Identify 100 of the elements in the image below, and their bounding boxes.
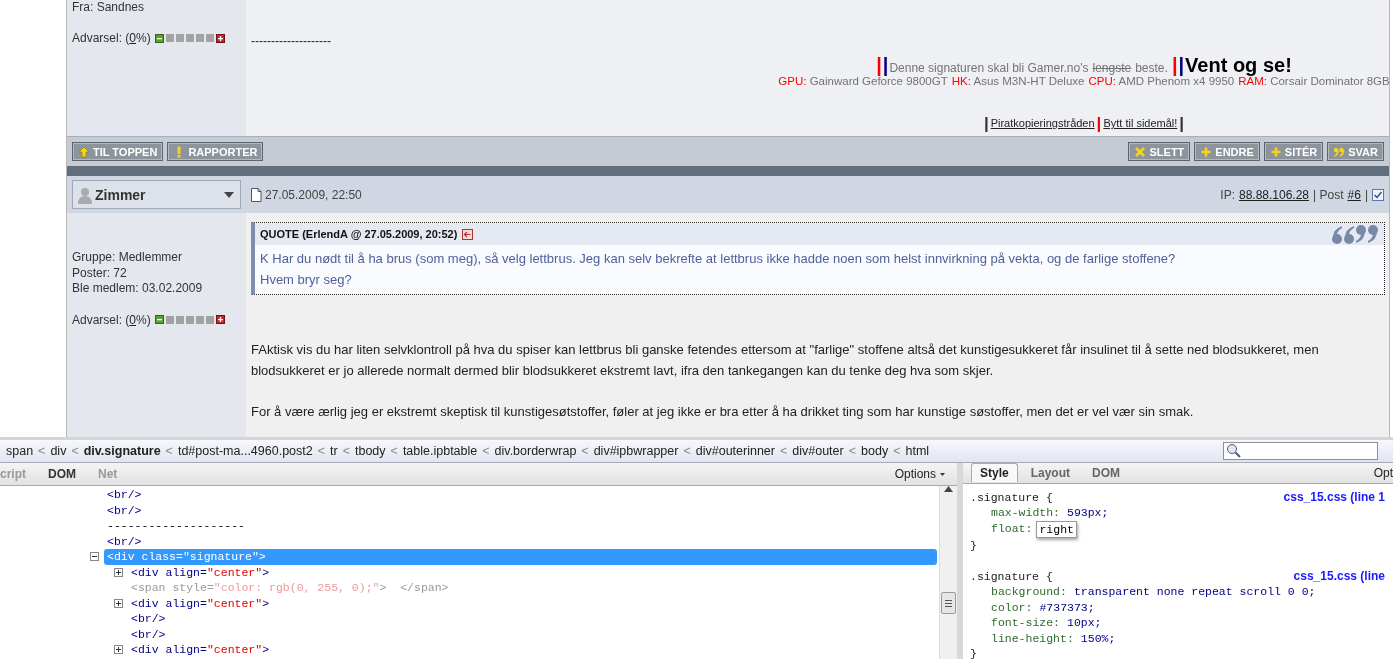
breadcrumb-separator: <	[683, 444, 691, 458]
checkbox[interactable]	[1372, 188, 1384, 201]
quotation-marks-icon	[1331, 223, 1379, 245]
separator-text: --------------------	[251, 34, 332, 48]
search-field[interactable]	[1223, 442, 1378, 460]
plus-icon[interactable]	[215, 315, 225, 324]
spec-value: Gainward Geforce 9800GT	[809, 75, 948, 87]
breadcrumb-item[interactable]: div#outer	[792, 444, 844, 458]
side-panel-tab[interactable]: DOM	[1083, 463, 1130, 483]
minus-icon[interactable]	[154, 315, 164, 324]
signature-headline: Vent og se!	[1185, 54, 1292, 77]
breadcrumb-item[interactable]: tbody	[355, 444, 386, 458]
quote-icon	[1333, 145, 1346, 158]
post-date: 27.05.2009, 22:50	[265, 187, 362, 202]
markup-line[interactable]: <div align="center">	[128, 642, 273, 658]
css-property-value: #737373;	[1039, 599, 1095, 616]
plus-icon[interactable]	[114, 567, 123, 577]
breadcrumb-item[interactable]: body	[861, 444, 889, 458]
warning-label: Advarsel: (0%)	[72, 312, 151, 327]
value-edit-field[interactable]: right	[1036, 520, 1077, 539]
stylesheet-link[interactable]: css_15.css (line 1	[1283, 489, 1385, 506]
struck-word: lengste	[1092, 61, 1132, 75]
cross-icon	[1134, 145, 1147, 158]
breadcrumb-item[interactable]: div#outerinner	[695, 444, 775, 458]
breadcrumb-item[interactable]: span	[6, 444, 34, 458]
bar-glyph: |	[1178, 54, 1185, 77]
markup-line[interactable]: <div align="center">	[128, 564, 273, 580]
breadcrumb-item[interactable]: div#ipbwrapper	[593, 444, 679, 458]
markup-line[interactable]: <br/>	[128, 626, 169, 642]
css-selector: .signature	[970, 489, 1039, 506]
spec-value: Corsair Dominator 8GB	[1270, 75, 1390, 87]
signature-link[interactable]: Bytt til sidemål!	[1103, 117, 1178, 131]
stylesheet-link[interactable]: css_15.css (line	[1293, 568, 1385, 585]
signature-link[interactable]: Piratkopieringstråden	[990, 117, 1095, 131]
css-property-value: 150%;	[1080, 630, 1116, 647]
css-property-value: 593px;	[1067, 505, 1109, 521]
spec-label: GPU:	[778, 75, 807, 87]
breadcrumb-item[interactable]: tr	[330, 444, 338, 458]
breadcrumb-separator: <	[342, 444, 350, 458]
plus-icon	[1200, 145, 1213, 158]
breadcrumb-item[interactable]: table.ipbtable	[402, 444, 478, 458]
breadcrumb-item[interactable]: td#post-ma...4960.post2	[177, 444, 313, 458]
author-dropdown[interactable]: Zimmer	[72, 180, 241, 209]
ip-label: IP:	[1220, 187, 1235, 202]
breadcrumb-item[interactable]: div.borderwrap	[494, 444, 577, 458]
spec-label: CPU:	[1088, 75, 1116, 87]
post-number-link[interactable]: #6	[1347, 187, 1361, 202]
user-info-text: Ble medlem: 03.02.2009	[72, 281, 204, 297]
css-property-value: transparent none repeat scroll 0 0;	[1073, 584, 1316, 600]
post-paragraph: For å være ærlig jeg er ekstremt skeptisk til kunstigesøtstoffer, føler at jeg ikke er bra etter å ha drikket ting som har kunstige søstoffer, men det er vel vær sin smak.	[251, 403, 1195, 421]
quote-text: Hvem bryr seg?	[260, 271, 353, 289]
brace-glyph: }	[970, 646, 978, 659]
breadcrumb-item[interactable]: div	[50, 444, 67, 458]
breadcrumb-separator: <	[848, 444, 857, 458]
document-icon	[250, 187, 262, 202]
warning-label: Advarsel: (0%)	[72, 31, 151, 45]
text-node-line[interactable]: --------------------	[104, 518, 249, 534]
css-property-name: font-size:	[991, 615, 1060, 631]
bar-glyph: |	[983, 117, 989, 131]
options-menu[interactable]: Options	[894, 467, 945, 481]
side-panel-tab[interactable]: Layout	[1021, 463, 1080, 483]
markup-line[interactable]: <div align="center">	[128, 595, 273, 611]
warning-link[interactable]: 0	[129, 31, 137, 45]
plus-icon[interactable]	[114, 645, 123, 655]
post-label: | Post	[1313, 187, 1344, 202]
plus-icon[interactable]	[114, 598, 123, 608]
brace-glyph: }	[970, 538, 978, 554]
plus-icon	[1269, 145, 1282, 158]
search-icon	[1226, 443, 1242, 459]
bar-glyph: |	[1171, 54, 1178, 77]
ip-link[interactable]: 88.88.106.28	[1238, 187, 1310, 202]
user-info-text: Fra: Sandnes	[72, 0, 146, 15]
side-panel-tab[interactable]: Style	[971, 463, 1018, 483]
css-property-name: color:	[991, 599, 1033, 616]
brace-glyph: {	[1046, 489, 1053, 506]
markup-line[interactable]: <br/>	[104, 533, 145, 549]
plus-icon[interactable]	[215, 33, 225, 43]
warning-link[interactable]: 0	[129, 312, 137, 327]
breadcrumb-separator: <	[317, 444, 326, 458]
scroll-up-arrow-icon[interactable]	[944, 486, 953, 492]
options-menu[interactable]: Opt	[1373, 465, 1393, 480]
markup-line[interactable]: <br/>	[128, 611, 169, 627]
spec-value: Asus M3N-HT Deluxe	[973, 75, 1085, 87]
user-info-text: Poster: 72	[72, 265, 128, 281]
css-property-name: background:	[991, 584, 1067, 600]
css-property-name: line-height:	[991, 630, 1074, 647]
minus-icon[interactable]	[154, 33, 164, 43]
breadcrumb-separator: <	[71, 444, 79, 458]
breadcrumb-item[interactable]: html	[905, 444, 930, 458]
signature-text: Denne signaturen skal bli Gamer.no's	[889, 61, 1089, 75]
breadcrumb-item[interactable]: div.signature	[83, 444, 161, 458]
spec-value: AMD Phenom x4 9950	[1118, 75, 1235, 87]
panel-tab[interactable]: DOM	[48, 467, 76, 481]
brace-glyph: {	[1046, 568, 1053, 585]
minus-icon[interactable]	[90, 552, 99, 562]
breadcrumb-separator: <	[581, 444, 589, 458]
markup-line[interactable]: <br/>	[104, 502, 145, 518]
back-arrow-icon[interactable]	[462, 228, 474, 240]
markup-line[interactable]: <br/>	[104, 487, 145, 503]
bar-glyph: |	[876, 54, 882, 77]
